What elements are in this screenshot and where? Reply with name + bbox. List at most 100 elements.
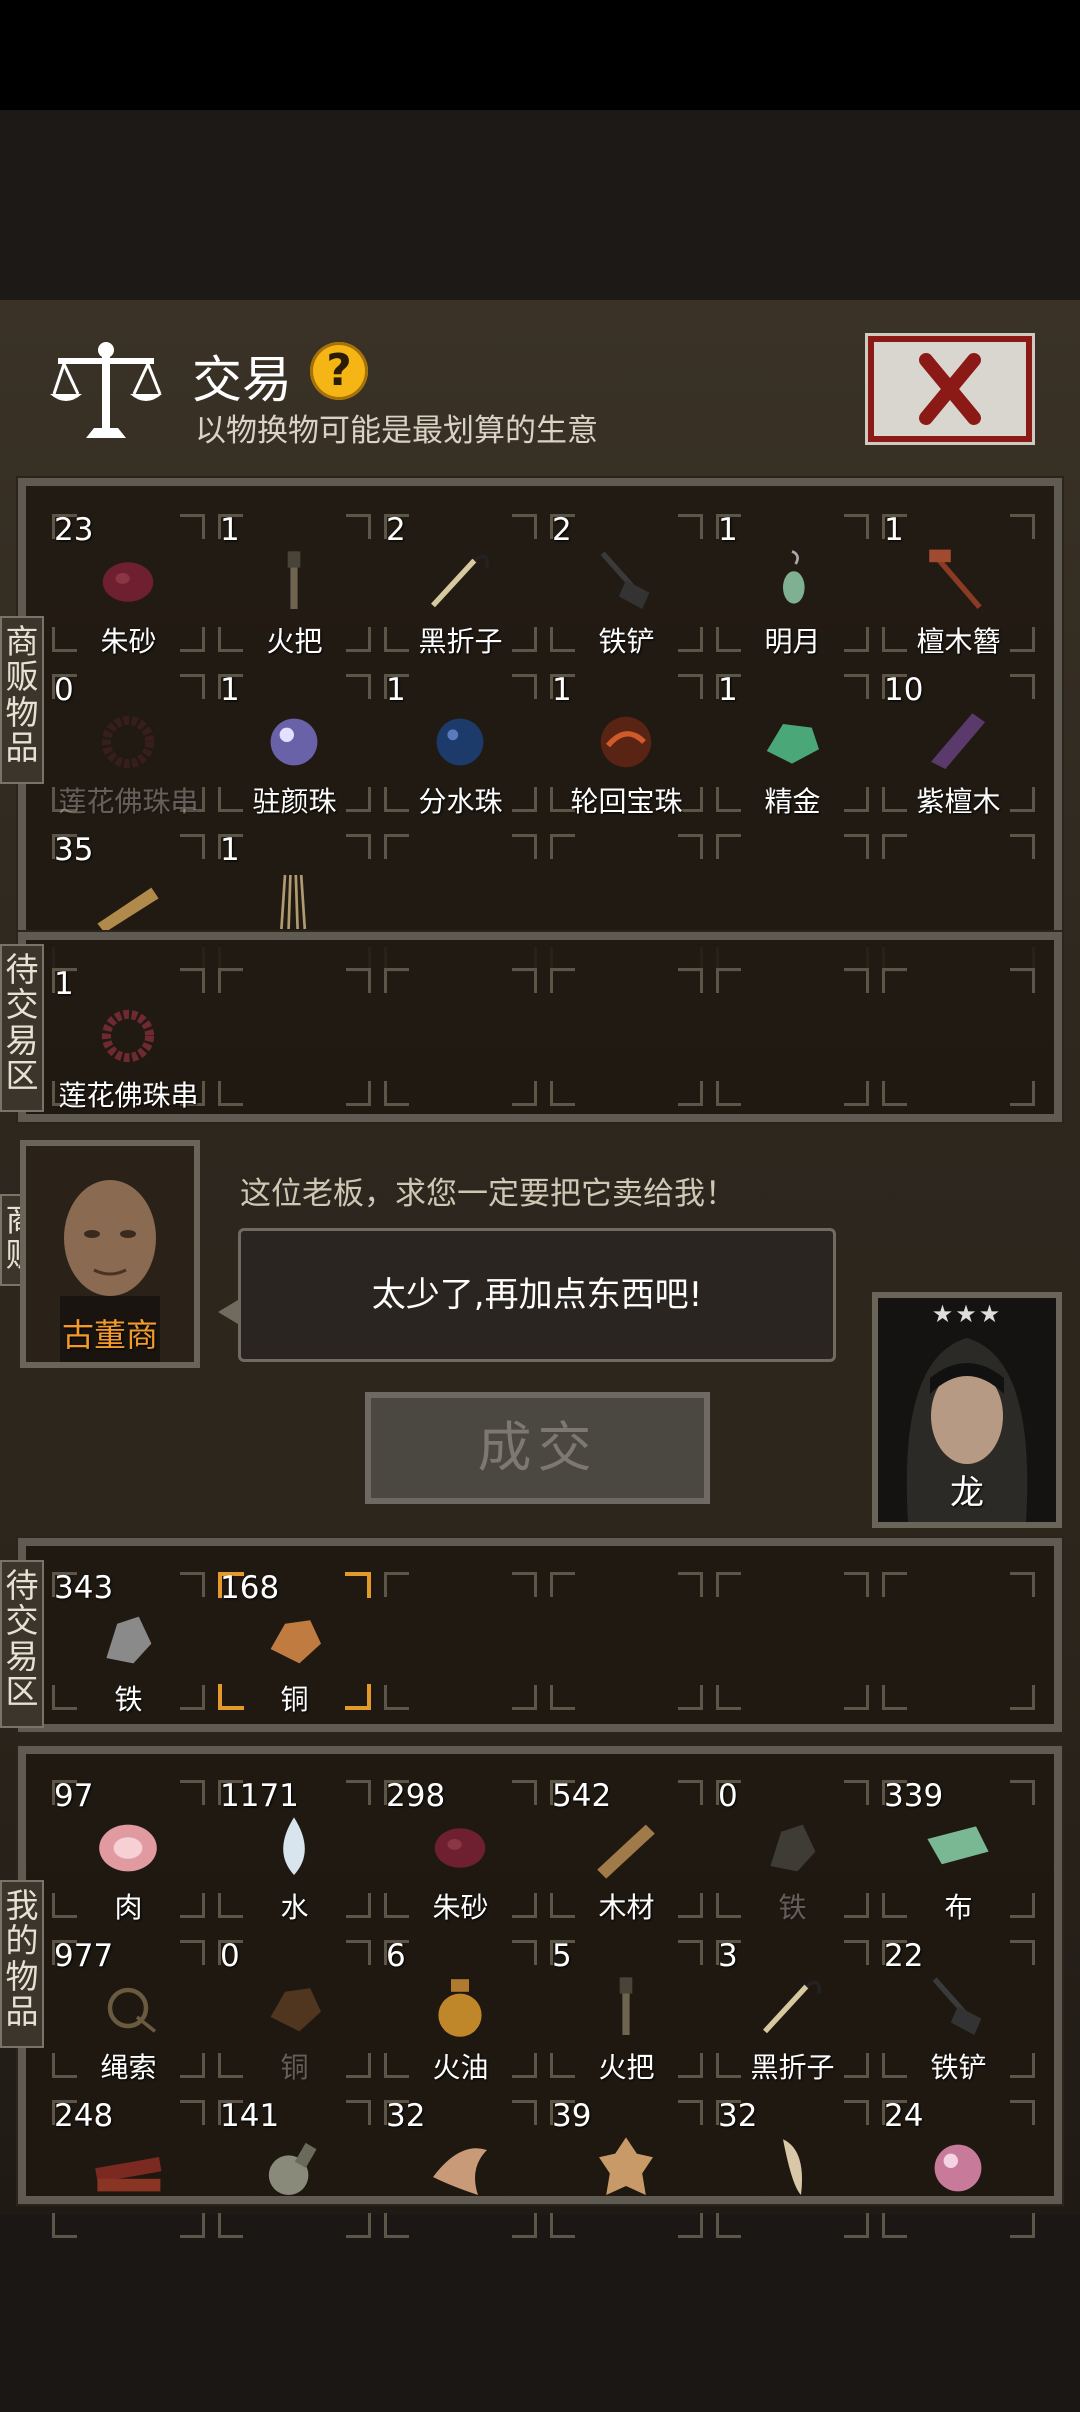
- item-slot[interactable]: 1 檀木簪: [876, 508, 1041, 658]
- slot-corner: [346, 1780, 371, 1805]
- item-slot[interactable]: 39: [544, 2094, 709, 2244]
- item-slot[interactable]: 2 铁铲: [544, 508, 709, 658]
- slot-corner: [180, 1780, 205, 1805]
- item-count: 35: [54, 832, 94, 868]
- item-slot[interactable]: 1 莲花佛珠串: [46, 962, 211, 1112]
- slot-corner: [512, 1572, 537, 1597]
- item-count: 248: [54, 2098, 114, 2134]
- item-slot[interactable]: 6 火油: [378, 1934, 543, 2084]
- item-name: 布: [944, 1891, 973, 1924]
- item-slot[interactable]: [710, 962, 875, 1112]
- item-count: 2: [552, 512, 572, 548]
- prayer-beads-icon: [101, 1009, 155, 1063]
- item-count: 1: [54, 966, 74, 1002]
- slot-corner: [52, 2213, 77, 2238]
- moon-earring-icon: [783, 550, 805, 604]
- item-slot[interactable]: 10 紫檀木: [876, 668, 1041, 818]
- item-count: 32: [718, 2098, 758, 2134]
- slot-corner: [678, 968, 703, 993]
- item-slot[interactable]: [876, 1566, 1041, 1716]
- item-slot[interactable]: 168 铜: [212, 1566, 377, 1716]
- cinnabar-icon: [102, 562, 154, 602]
- item-count: 0: [220, 1938, 240, 1974]
- rosewood-icon: [931, 713, 985, 769]
- item-slot[interactable]: 1171 水: [212, 1774, 377, 1924]
- deal-button[interactable]: 成交: [365, 1392, 710, 1504]
- item-count: 141: [220, 2098, 280, 2134]
- claw-icon: [433, 2148, 487, 2195]
- item-count: 2: [386, 512, 406, 548]
- prayer-beads-icon: [101, 715, 155, 769]
- slot-corner: [1010, 1940, 1035, 1965]
- item-slot[interactable]: 141: [212, 2094, 377, 2244]
- merchant-speech-bubble: 太少了,再加点东西吧!: [238, 1228, 836, 1362]
- slot-corner: [1010, 968, 1035, 993]
- item-slot[interactable]: 32: [710, 2094, 875, 2244]
- merchant-portrait: 古董商: [20, 1140, 200, 1368]
- torch-icon: [619, 1977, 633, 2035]
- item-name: 铁铲: [598, 625, 655, 658]
- slot-corner: [716, 1572, 741, 1597]
- slot-corner: [180, 834, 205, 859]
- slot-corner: [678, 674, 703, 699]
- slot-corner: [1010, 1780, 1035, 1805]
- item-slot[interactable]: 0铁: [710, 1774, 875, 1924]
- scale-icon: [50, 342, 162, 438]
- item-slot[interactable]: 248: [46, 2094, 211, 2244]
- slot-corner: [512, 834, 537, 859]
- item-slot[interactable]: 542 木材: [544, 1774, 709, 1924]
- slot-corner: [716, 968, 741, 993]
- item-slot[interactable]: 1 火把: [212, 508, 377, 658]
- item-slot[interactable]: [378, 962, 543, 1112]
- item-count: 1: [386, 672, 406, 708]
- item-slot[interactable]: 24: [876, 2094, 1041, 2244]
- timber-icon: [597, 1824, 655, 1879]
- item-slot[interactable]: 1 精金: [710, 668, 875, 818]
- slot-corner: [882, 968, 907, 993]
- item-count: 1: [220, 512, 240, 548]
- close-button[interactable]: [868, 336, 1032, 442]
- item-slot[interactable]: 977 绳索: [46, 1934, 211, 2084]
- item-slot[interactable]: 1 驻颜珠: [212, 668, 377, 818]
- item-slot[interactable]: 1 明月: [710, 508, 875, 658]
- slot-corner: [844, 968, 869, 993]
- item-slot[interactable]: [212, 962, 377, 1112]
- item-slot[interactable]: [544, 1566, 709, 1716]
- item-name: 铜: [280, 1683, 309, 1716]
- item-slot[interactable]: 2 黑折子: [378, 508, 543, 658]
- item-name: 火把: [266, 625, 323, 658]
- player-name: 龙: [950, 1473, 984, 1513]
- item-name: 莲花佛珠串: [58, 1079, 199, 1112]
- player-rank-stars: ★★★: [931, 1300, 1003, 1328]
- item-name: 分水珠: [418, 785, 503, 818]
- item-slot[interactable]: 343 铁: [46, 1566, 211, 1716]
- item-slot[interactable]: 22 铁铲: [876, 1934, 1041, 2084]
- item-count: 5: [552, 1938, 572, 1974]
- slot-corner: [844, 1780, 869, 1805]
- item-slot[interactable]: 1 轮回宝珠: [544, 668, 709, 818]
- slot-corner: [180, 1572, 205, 1597]
- slot-corner: [882, 1685, 907, 1710]
- item-slot[interactable]: 32: [378, 2094, 543, 2244]
- slot-corner: [346, 2213, 371, 2238]
- item-name: 火油: [432, 2051, 489, 2084]
- item-slot[interactable]: 23 朱砂: [46, 508, 211, 658]
- item-slot[interactable]: [544, 962, 709, 1112]
- item-slot[interactable]: 0 莲花佛珠串: [46, 668, 211, 818]
- item-slot[interactable]: 298 朱砂: [378, 1774, 543, 1924]
- item-slot[interactable]: 339 布: [876, 1774, 1041, 1924]
- item-name: 精金: [764, 785, 821, 818]
- item-slot[interactable]: 97 肉: [46, 1774, 211, 1924]
- help-icon[interactable]: ?: [310, 342, 368, 400]
- item-slot[interactable]: 5 火把: [544, 1934, 709, 2084]
- item-count: 168: [220, 1570, 280, 1606]
- water-pearl-icon: [436, 718, 484, 766]
- item-slot[interactable]: [710, 1566, 875, 1716]
- item-slot[interactable]: [378, 1566, 543, 1716]
- gourd-bottle-icon: [268, 2142, 317, 2195]
- item-slot[interactable]: 0铜: [212, 1934, 377, 2084]
- item-slot[interactable]: 1 分水珠: [378, 668, 543, 818]
- item-slot[interactable]: [876, 962, 1041, 1112]
- item-slot[interactable]: 3 黑折子: [710, 1934, 875, 2084]
- slot-corner: [346, 1081, 371, 1106]
